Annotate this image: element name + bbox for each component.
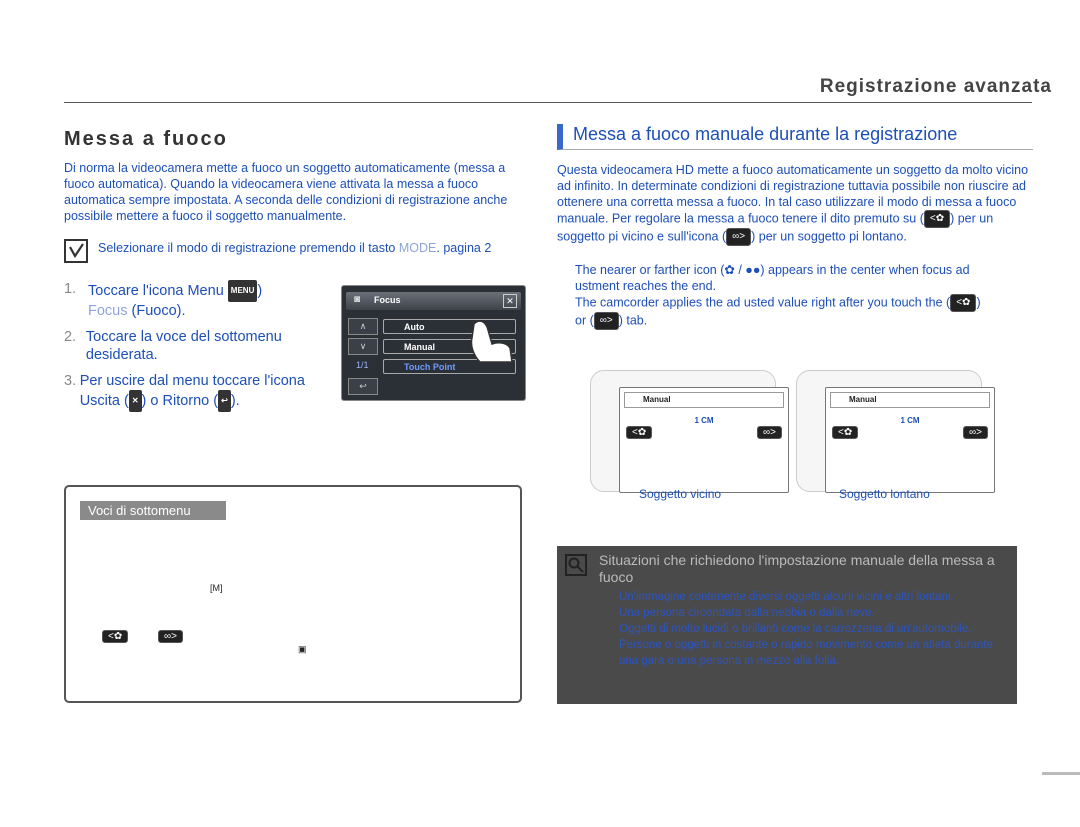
- step-1: 1. Toccare l'icona Menu MENU) Focus (Fuo…: [64, 280, 263, 319]
- focus-notes: The nearer or farther icon (✿ / ●●) appe…: [575, 262, 1015, 330]
- camera-menu-titlebar: ◙ Focus ✕: [346, 292, 521, 310]
- infinity-icon: ●●: [745, 263, 761, 277]
- distance-readout: 1 CM: [694, 416, 714, 425]
- header-title: Registrazione avanzata: [819, 76, 1052, 97]
- page-marker: [1042, 772, 1080, 775]
- intro-paragraph-right: Questa videocamera HD mette a fuoco auto…: [557, 162, 1035, 246]
- note-icon: [64, 239, 88, 263]
- caption-near: Soggetto vicino: [639, 487, 722, 501]
- situation-item: Una persona circondata dalla nebbia o da…: [619, 607, 875, 619]
- header-divider: [64, 102, 1032, 103]
- situation-item: Un'immagine contenente diversi oggetti a…: [619, 591, 954, 603]
- device-far: Manual 1 CM <✿ ∞> Soggetto lontano: [796, 370, 995, 501]
- far-tab-icon: ∞>: [158, 630, 183, 643]
- return-button[interactable]: ↩: [348, 378, 378, 395]
- near-tab[interactable]: <✿: [832, 426, 859, 439]
- manual-focus-situations-box: Situazioni che richiedono l'impostazione…: [557, 546, 1017, 704]
- manual-focus-icon: [M]: [210, 583, 223, 593]
- screen-far: Manual 1 CM <✿ ∞>: [825, 387, 995, 493]
- intro-paragraph-left: Di norma la videocamera mette a fuoco un…: [64, 161, 508, 223]
- near-tab-icon: <✿: [923, 210, 951, 228]
- situations-title: Situazioni che richiedono l'impostazione…: [599, 552, 995, 585]
- menu-key-icon: MENU: [227, 280, 258, 302]
- near-tab-icon: <✿: [950, 294, 977, 312]
- screen-near-title: Manual: [624, 392, 784, 408]
- situation-item: Oggetti di molto lucidi o brillanti come…: [619, 623, 972, 635]
- far-tab-icon: ∞>: [726, 228, 752, 246]
- focus-note-2: The camcorder applies the ad usted value…: [575, 294, 1015, 330]
- step-2: 2. Toccare la voce del sottomenu desider…: [64, 329, 282, 363]
- camera-icon: ◙: [354, 294, 361, 305]
- far-tab[interactable]: ∞>: [963, 426, 988, 439]
- section-title-left: Messa a fuoco: [64, 128, 228, 150]
- steps-list: 1. Toccare l'icona Menu MENU) Focus (Fuo…: [64, 280, 334, 420]
- device-near: Manual 1 CM <✿ ∞> Soggetto vicino: [590, 370, 789, 501]
- exit-icon: ✕: [128, 390, 142, 412]
- screen-far-title: Manual: [830, 392, 990, 408]
- screen-near: Manual 1 CM <✿ ∞>: [619, 387, 789, 493]
- camera-focus-menu: ◙ Focus ✕ ∧ ∨ 1/1 ↩ Auto Manual Touch Po…: [341, 285, 526, 401]
- section-title-right: Messa a fuoco manuale durante la registr…: [557, 124, 1033, 150]
- touch-point-icon: ▣: [298, 644, 307, 654]
- near-tab-icon: <✿: [102, 630, 129, 643]
- return-icon: ↩: [218, 390, 231, 412]
- note-text: Selezionare il modo di registrazione pre…: [98, 241, 492, 255]
- scroll-down-button[interactable]: ∨: [348, 338, 378, 355]
- submenu-items-box: Voci di sottomenu [M] <✿ ∞> ▣: [64, 485, 522, 703]
- caption-far: Soggetto lontano: [839, 487, 930, 501]
- camera-menu-title: Focus: [374, 295, 401, 305]
- far-tab[interactable]: ∞>: [757, 426, 782, 439]
- close-icon[interactable]: ✕: [503, 294, 517, 308]
- focus-note-1: The nearer or farther icon (✿ / ●●) appe…: [575, 263, 970, 293]
- situations-list: Un'immagine contenente diversi oggetti a…: [619, 589, 1015, 669]
- submenu-title: Voci di sottomenu: [80, 501, 226, 520]
- situation-item: Persone o oggetti in costante o rapido m…: [619, 639, 993, 667]
- magnifier-icon: [565, 554, 587, 576]
- scroll-up-button[interactable]: ∧: [348, 318, 378, 335]
- finger-icon: [470, 320, 513, 363]
- page-indicator: 1/1: [356, 360, 369, 370]
- near-tab[interactable]: <✿: [626, 426, 653, 439]
- distance-readout: 1 CM: [900, 416, 920, 425]
- step-3: 3. Per uscire dal menu toccare l'icona U…: [64, 372, 334, 412]
- far-tab-icon: ∞>: [593, 312, 619, 330]
- flower-icon: ✿: [724, 263, 735, 277]
